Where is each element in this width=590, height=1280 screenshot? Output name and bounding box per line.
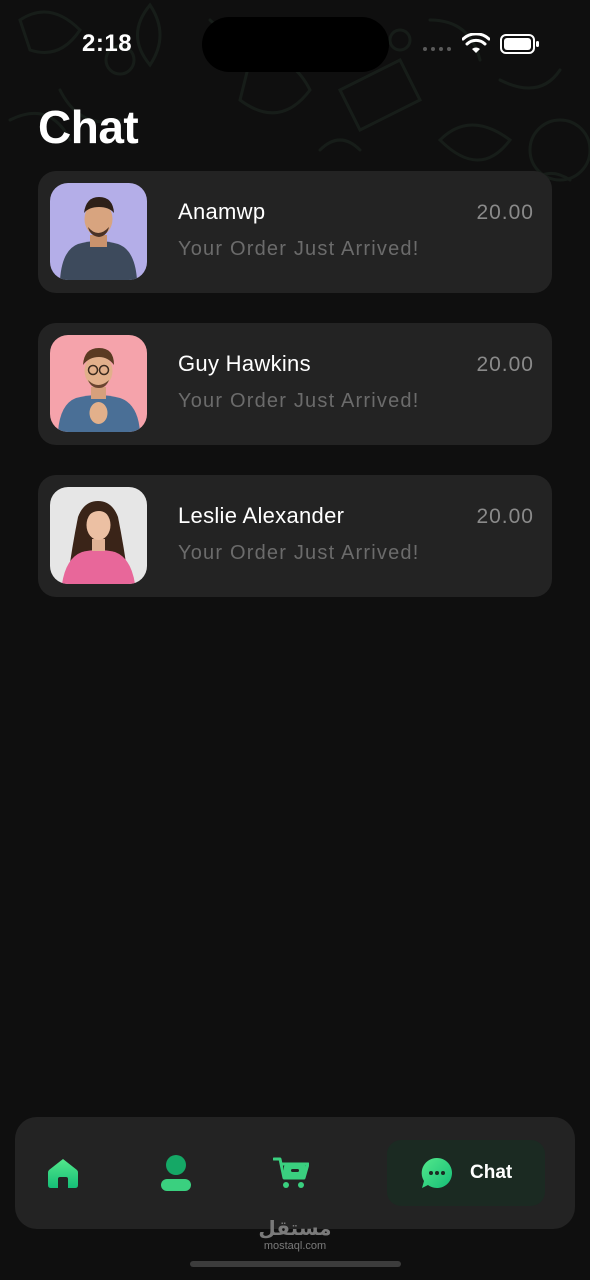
chat-message: Your Order Just Arrived!	[178, 542, 420, 564]
chat-list: Anamwp 20.00 Your Order Just Arrived! Gu…	[38, 171, 552, 627]
home-indicator	[190, 1261, 401, 1267]
wifi-icon	[462, 33, 490, 53]
cart-icon	[273, 1157, 309, 1188]
avatar	[50, 183, 147, 280]
chat-item[interactable]: Anamwp 20.00 Your Order Just Arrived!	[38, 171, 552, 293]
chat-amount: 20.00	[476, 505, 534, 528]
chat-item[interactable]: Leslie Alexander 20.00 Your Order Just A…	[38, 475, 552, 597]
status-bar: 2:18	[0, 0, 590, 90]
avatar	[50, 487, 147, 584]
nav-chat-active[interactable]: Chat	[387, 1140, 545, 1206]
chat-amount: 20.00	[476, 353, 534, 376]
chat-message: Your Order Just Arrived!	[178, 390, 420, 412]
status-time: 2:18	[82, 30, 133, 57]
nav-home[interactable]	[45, 1117, 81, 1229]
avatar	[50, 335, 147, 432]
chat-name: Guy Hawkins	[178, 351, 311, 376]
nav-chat-label: Chat	[470, 1162, 513, 1183]
chat-amount: 20.00	[476, 201, 534, 224]
battery-icon	[500, 34, 539, 54]
page-title: Chat	[38, 101, 139, 153]
signal-icon	[423, 47, 451, 51]
nav-profile[interactable]	[159, 1117, 193, 1229]
chat-screen: 2:18 Chat Anamwp 20.00 Your Order Just A…	[0, 0, 590, 1280]
chat-bubble-icon	[421, 1157, 452, 1188]
watermark-logo: مستقل	[258, 1216, 332, 1240]
bottom-navigation: Chat	[15, 1117, 575, 1229]
chat-item[interactable]: Guy Hawkins 20.00 Your Order Just Arrive…	[38, 323, 552, 445]
chat-message: Your Order Just Arrived!	[178, 238, 420, 260]
chat-name: Leslie Alexander	[178, 503, 345, 528]
dynamic-island	[202, 17, 389, 72]
profile-icon	[161, 1155, 191, 1191]
watermark-url: mostaql.com	[263, 1240, 327, 1252]
home-icon	[48, 1159, 78, 1188]
nav-cart[interactable]	[271, 1117, 311, 1229]
chat-name: Anamwp	[178, 199, 266, 224]
